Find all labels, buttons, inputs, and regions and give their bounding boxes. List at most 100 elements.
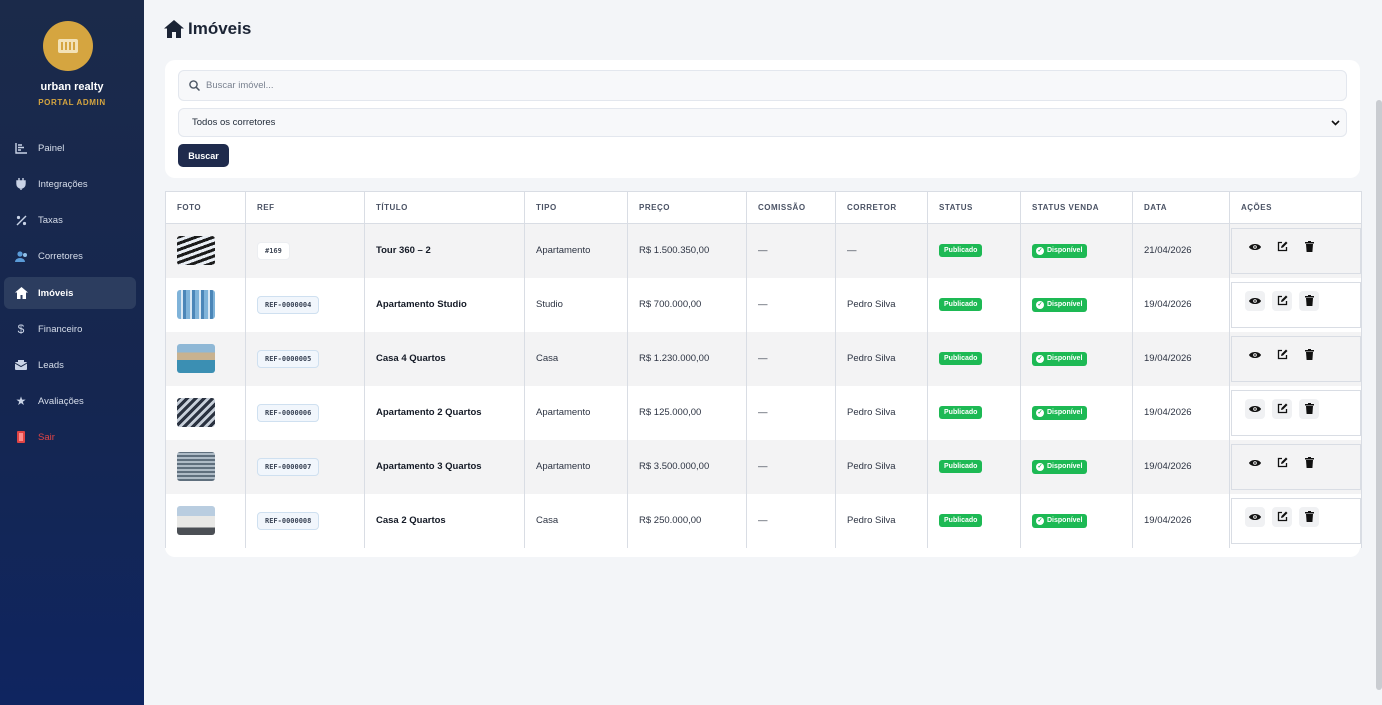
table-row: REF-0000008 Casa 2 Quartos Casa R$ 250.0… [165, 493, 1362, 548]
trash-icon [1304, 241, 1314, 253]
properties-table: FOTO REF TÍTULO TIPO PREÇO COMISSÃO CORR… [165, 191, 1362, 548]
home-icon [164, 20, 184, 38]
column-header: PREÇO [627, 191, 747, 224]
view-button[interactable] [1245, 398, 1265, 419]
sidebar-item-avaliacoes[interactable]: ★ Avaliações [4, 385, 136, 417]
sale-status-cell: ✓ Disponível [1020, 223, 1133, 278]
sale-status-badge: ✓ Disponível [1032, 405, 1088, 420]
property-thumbnail[interactable] [177, 290, 215, 319]
price-cell: R$ 700.000,00 [627, 277, 747, 332]
eye-icon [1249, 351, 1261, 358]
status-badge: Publicado [939, 406, 983, 419]
eye-icon [1249, 459, 1261, 466]
title-cell: Apartamento 2 Quartos [364, 385, 525, 440]
sidebar-item-imoveis[interactable]: Imóveis [4, 277, 136, 309]
delete-button[interactable] [1299, 398, 1319, 419]
type-cell: Studio [524, 277, 628, 332]
actions-cell [1229, 493, 1362, 548]
page-scrollbar[interactable] [1376, 100, 1382, 690]
view-button[interactable] [1245, 290, 1265, 311]
edit-button[interactable] [1272, 290, 1292, 311]
sidebar-item-integracoes[interactable]: Integrações [4, 168, 136, 200]
view-button[interactable] [1245, 345, 1265, 365]
edit-icon [1277, 295, 1287, 306]
sale-status-label: Disponível [1047, 301, 1083, 308]
sidebar-item-leads[interactable]: Leads [4, 349, 136, 381]
sidebar-item-sair[interactable]: Sair [4, 421, 136, 453]
edit-button[interactable] [1272, 506, 1292, 527]
view-button[interactable] [1245, 237, 1265, 257]
date-cell: 19/04/2026 [1132, 385, 1230, 440]
table-row: REF-0000004 Apartamento Studio Studio R$… [165, 277, 1362, 332]
filter-card: Todos os corretores Buscar [165, 60, 1360, 178]
status-badge: Publicado [939, 352, 983, 365]
page-title-row: Imóveis [164, 19, 251, 39]
sale-status-cell: ✓ Disponível [1020, 277, 1133, 332]
status-badge: Publicado [939, 298, 983, 311]
column-header: CORRETOR [835, 191, 928, 224]
edit-button[interactable] [1272, 453, 1292, 473]
broker-select[interactable]: Todos os corretores [178, 108, 1347, 137]
sidebar-item-taxas[interactable]: Taxas [4, 204, 136, 236]
sidebar-item-label: Sair [38, 431, 55, 443]
chevron-down-icon [1331, 118, 1340, 128]
property-thumbnail[interactable] [177, 506, 215, 535]
property-thumbnail[interactable] [177, 344, 215, 373]
edit-icon [1277, 349, 1287, 360]
delete-button[interactable] [1299, 506, 1319, 527]
ref-badge: #169 [257, 241, 290, 260]
ref-cell: REF-0000008 [245, 493, 365, 548]
view-button[interactable] [1245, 506, 1265, 527]
delete-button[interactable] [1299, 453, 1319, 473]
trash-icon [1304, 403, 1314, 414]
actions-group [1231, 335, 1361, 382]
star-icon: ★ [15, 394, 27, 408]
property-thumbnail[interactable] [177, 236, 215, 266]
column-header: FOTO [165, 191, 246, 224]
delete-button[interactable] [1299, 345, 1319, 365]
sidebar-item-label: Corretores [38, 250, 83, 262]
commission-cell: — [746, 439, 836, 494]
eye-icon [1249, 513, 1261, 520]
sale-status-cell: ✓ Disponível [1020, 385, 1133, 440]
sale-status-badge: ✓ Disponível [1032, 243, 1088, 258]
trash-icon [1304, 457, 1314, 468]
status-badge: Publicado [939, 460, 983, 473]
search-button[interactable]: Buscar [178, 144, 229, 167]
search-input[interactable] [206, 80, 1306, 91]
edit-icon [1277, 403, 1287, 414]
sale-status-label: Disponível [1047, 517, 1083, 524]
inbox-icon [14, 358, 28, 372]
table-row: REF-0000005 Casa 4 Quartos Casa R$ 1.230… [165, 331, 1362, 386]
edit-button[interactable] [1272, 345, 1292, 365]
property-thumbnail[interactable] [177, 398, 215, 427]
broker-cell: Pedro Silva [835, 331, 928, 386]
status-cell: Publicado [927, 493, 1021, 548]
property-thumbnail[interactable] [177, 452, 215, 481]
delete-button[interactable] [1299, 237, 1319, 257]
actions-group [1231, 389, 1361, 436]
type-cell: Casa [524, 493, 628, 548]
type-cell: Apartamento [524, 439, 628, 494]
sidebar-item-label: Painel [38, 142, 65, 154]
search-icon [189, 80, 200, 91]
view-button[interactable] [1245, 453, 1265, 473]
ref-badge: REF-0000007 [257, 457, 320, 476]
plug-icon [14, 177, 28, 191]
delete-button[interactable] [1299, 290, 1319, 311]
type-cell: Casa [524, 331, 628, 386]
brand-logo [43, 21, 93, 71]
sidebar-item-painel[interactable]: Painel [4, 132, 136, 164]
sidebar-item-financeiro[interactable]: $ Financeiro [4, 313, 136, 345]
sidebar-item-corretores[interactable]: Corretores [4, 240, 136, 272]
search-box [178, 70, 1347, 101]
broker-cell: Pedro Silva [835, 385, 928, 440]
title-cell: Apartamento Studio [364, 277, 525, 332]
sidebar-item-label: Imóveis [38, 287, 74, 299]
sale-status-label: Disponível [1047, 409, 1083, 416]
actions-group [1231, 227, 1361, 274]
eye-icon [1249, 243, 1261, 250]
edit-button[interactable] [1272, 398, 1292, 419]
check-circle-icon: ✓ [1036, 354, 1044, 363]
edit-button[interactable] [1272, 237, 1292, 257]
